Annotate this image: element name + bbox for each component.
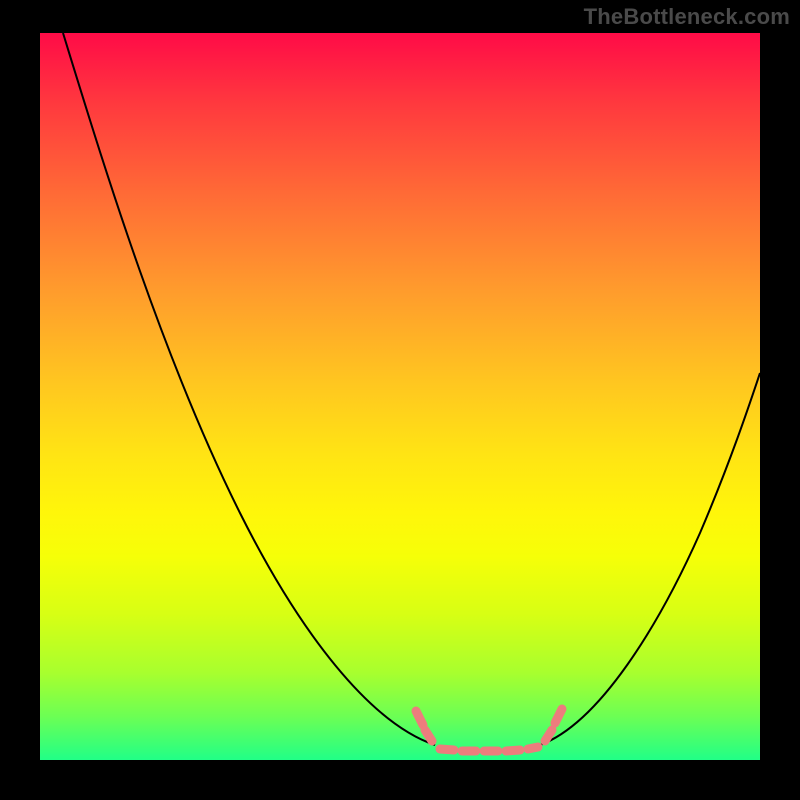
left-dash-group [416,711,432,741]
chart-frame: TheBottleneck.com [0,0,800,800]
plot-area [40,33,760,760]
curve-layer [40,33,760,760]
watermark-text: TheBottleneck.com [584,4,790,30]
right-curve [540,373,760,745]
left-curve [63,33,435,745]
bottom-dash-group [440,747,538,751]
